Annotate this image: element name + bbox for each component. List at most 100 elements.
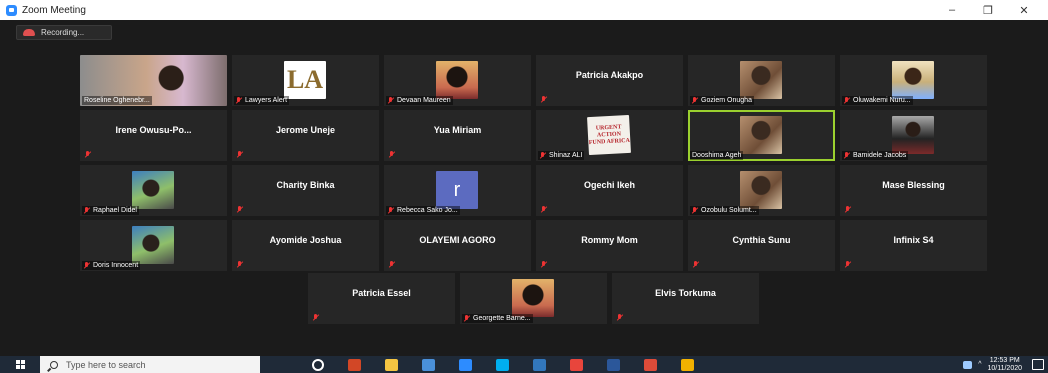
edge-icon[interactable] <box>533 358 546 371</box>
recording-indicator[interactable]: Recording... <box>16 25 112 40</box>
participant-tile[interactable]: Goziem Onugha <box>688 55 835 106</box>
maximize-button[interactable]: ❐ <box>970 0 1006 20</box>
chrome-icon[interactable] <box>644 358 657 371</box>
taskbar-search-box[interactable]: Type here to search <box>40 356 260 373</box>
cortana-icon[interactable] <box>312 358 324 371</box>
participant-video <box>132 226 174 264</box>
participant-name: Rommy Mom <box>581 235 638 245</box>
participant-tile[interactable]: Georgette Barne... <box>460 273 607 324</box>
chrome-icon[interactable] <box>570 358 583 371</box>
taskbar-apps <box>300 358 706 371</box>
participant-name: Oluwakemi Nuru... <box>853 97 911 104</box>
participant-name: Infinix S4 <box>893 235 934 245</box>
system-tray: ^ 12:53 PM 10/11/2020 <box>963 356 1044 373</box>
participant-tile[interactable]: Infinix S4 <box>840 220 987 271</box>
muted-mic-icon <box>237 206 243 213</box>
participant-label: Lawyers Alert <box>234 96 290 105</box>
participant-tile[interactable]: URGENT ACTION FUND AFRICA Shinaz ALI <box>536 110 683 161</box>
muted-mic-icon <box>844 97 850 104</box>
participant-tile[interactable]: Rommy Mom <box>536 220 683 271</box>
participant-tile[interactable]: Devaan Maureen <box>384 55 531 106</box>
participant-label: Oluwakemi Nuru... <box>842 96 913 105</box>
clock-time: 12:53 PM <box>989 356 1020 364</box>
mail-icon[interactable] <box>422 358 435 371</box>
muted-mic-icon <box>845 206 851 213</box>
muted-mic-icon <box>313 314 319 321</box>
close-button[interactable]: ✕ <box>1006 0 1042 20</box>
participant-tile[interactable]: Patricia Essel <box>308 273 455 324</box>
participant-tile[interactable]: LA Lawyers Alert <box>232 55 379 106</box>
participant-tile[interactable]: r Rebecca Sako Jo... <box>384 165 531 216</box>
window-title: Zoom Meeting <box>22 4 86 16</box>
muted-mic-icon <box>237 151 243 158</box>
participant-tile[interactable]: Cynthia Sunu <box>688 220 835 271</box>
notifications-icon[interactable] <box>1032 359 1044 370</box>
participant-tile[interactable]: Ozobulu Solumt... <box>688 165 835 216</box>
participant-tile[interactable]: Doris Innocent <box>80 220 227 271</box>
participant-name: Ozobulu Solumt... <box>701 207 757 214</box>
start-button[interactable] <box>0 356 40 373</box>
muted-mic-icon <box>692 207 698 214</box>
participant-video <box>740 116 782 154</box>
participant-video <box>132 171 174 209</box>
participant-tile[interactable]: Charity Binka <box>232 165 379 216</box>
participant-name: Patricia Akakpo <box>575 70 644 80</box>
muted-mic-icon <box>541 96 547 103</box>
video-logo-text: URGENT ACTION FUND AFRICA <box>588 123 631 146</box>
participant-tile[interactable]: Elvis Torkuma <box>612 273 759 324</box>
participant-name: Devaan Maureen <box>397 97 451 104</box>
participant-tile[interactable]: Ayomide Joshua <box>232 220 379 271</box>
participant-label: Dooshima Ageh <box>690 151 744 160</box>
participant-tile[interactable]: Bamidele Jacobs <box>840 110 987 161</box>
participant-name: Yua Miriam <box>433 125 482 135</box>
participant-label: Devaan Maureen <box>386 96 453 105</box>
participant-name: Mase Blessing <box>882 180 945 190</box>
participant-name: Bamidele Jacobs <box>853 152 907 159</box>
participant-name: Cynthia Sunu <box>732 235 791 245</box>
tray-chevron-icon[interactable]: ^ <box>978 361 981 368</box>
people-icon[interactable] <box>963 360 973 369</box>
participant-video: URGENT ACTION FUND AFRICA <box>587 114 631 156</box>
participant-tile[interactable]: OLAYEMI AGORO <box>384 220 531 271</box>
file-explorer-icon[interactable] <box>385 358 398 371</box>
recording-label: Recording... <box>41 28 85 37</box>
participant-name: Elvis Torkuma <box>655 288 716 298</box>
participant-tile[interactable]: Mase Blessing <box>840 165 987 216</box>
participant-tile[interactable]: Irene Owusu-Po... <box>80 110 227 161</box>
participant-tile[interactable]: Raphael Didel <box>80 165 227 216</box>
skype-icon[interactable] <box>496 358 509 371</box>
zoom-icon[interactable] <box>459 358 472 371</box>
participant-tile[interactable]: Ogechi Ikeh <box>536 165 683 216</box>
video-logo-text: r <box>453 178 461 201</box>
muted-mic-icon <box>540 152 546 159</box>
muted-mic-icon <box>692 97 698 104</box>
muted-mic-icon <box>85 151 91 158</box>
participant-tile[interactable]: Yua Miriam <box>384 110 531 161</box>
muted-mic-icon <box>541 206 547 213</box>
windows-taskbar: Type here to search ^ 12:53 PM 10/11/202… <box>0 356 1048 373</box>
participant-video: r <box>436 171 478 209</box>
word-icon[interactable] <box>607 358 620 371</box>
muted-mic-icon <box>388 207 394 214</box>
muted-mic-icon <box>388 97 394 104</box>
participant-name: Shinaz ALI <box>549 152 583 159</box>
participant-tile[interactable]: Patricia Akakpo <box>536 55 683 106</box>
participant-name: Jerome Uneje <box>275 125 336 135</box>
participant-label: Ozobulu Solumt... <box>690 206 759 215</box>
participant-tile[interactable]: Oluwakemi Nuru... <box>840 55 987 106</box>
participant-name: Ogechi Ikeh <box>583 180 636 190</box>
minimize-button[interactable]: – <box>934 0 970 20</box>
participant-name: Goziem Onugha <box>701 97 752 104</box>
taskbar-clock[interactable]: 12:53 PM 10/11/2020 <box>987 357 1022 373</box>
participant-video <box>892 61 934 99</box>
muted-mic-icon <box>541 261 547 268</box>
chrome-icon[interactable] <box>681 358 694 371</box>
participant-tile[interactable]: Roseline Oghenebr... <box>80 55 227 106</box>
participant-label: Bamidele Jacobs <box>842 151 909 160</box>
powerpoint-icon[interactable] <box>348 358 361 371</box>
muted-mic-icon <box>237 261 243 268</box>
participant-name: Roseline Oghenebr... <box>84 97 150 104</box>
participant-tile[interactable]: Dooshima Ageh <box>688 110 835 161</box>
participant-tile[interactable]: Jerome Uneje <box>232 110 379 161</box>
participant-name: Doris Innocent <box>93 262 139 269</box>
